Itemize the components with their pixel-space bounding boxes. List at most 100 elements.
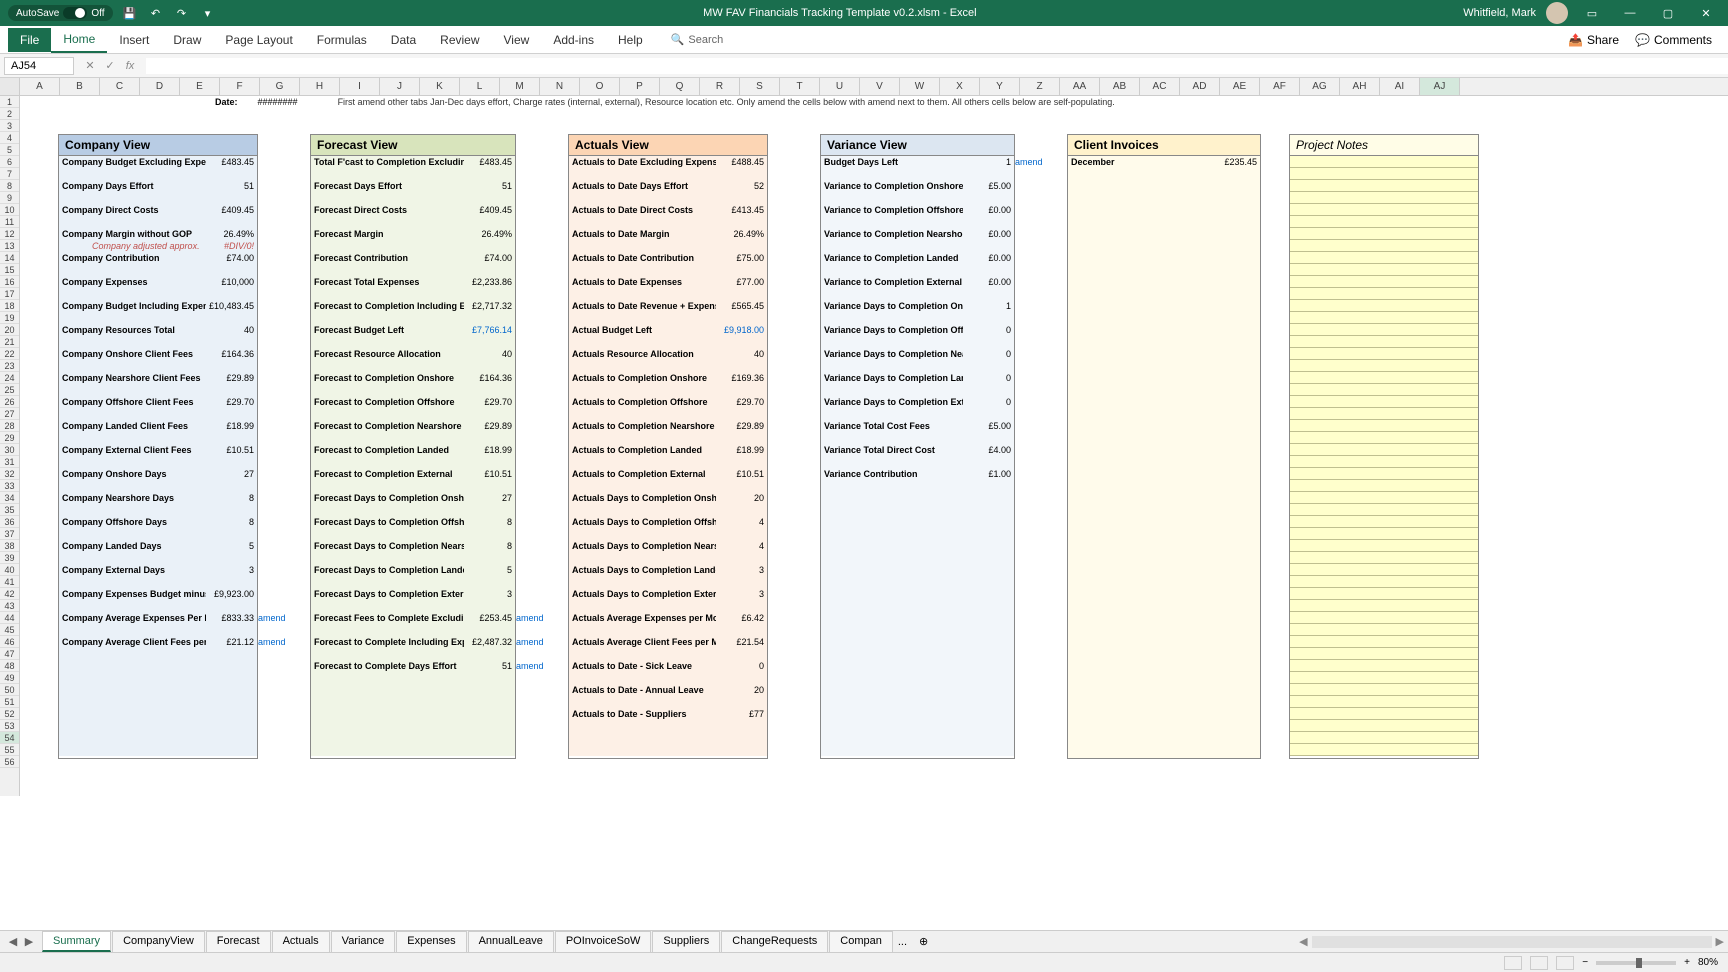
row-header-25[interactable]: 25	[0, 384, 19, 396]
note-line[interactable]	[1290, 156, 1478, 168]
table-row[interactable]	[569, 384, 767, 396]
table-row[interactable]	[311, 504, 515, 516]
col-header-H[interactable]: H	[300, 78, 340, 95]
search-box[interactable]: 🔍 Search	[671, 33, 724, 46]
redo-icon[interactable]: ↷	[173, 4, 191, 22]
note-line[interactable]	[1290, 504, 1478, 516]
table-row[interactable]: Variance to Completion Onshore£5.00	[821, 180, 1014, 192]
fx-icon[interactable]: fx	[122, 58, 138, 74]
table-row[interactable]: Company Average Expenses Per Month£833.3…	[59, 612, 257, 624]
sheet-nav-prev-icon[interactable]: ◀	[6, 935, 20, 948]
table-row[interactable]	[59, 456, 257, 468]
col-header-AF[interactable]: AF	[1260, 78, 1300, 95]
row-header-21[interactable]: 21	[0, 336, 19, 348]
table-row[interactable]: Actuals to Completion Nearshore£29.89	[569, 420, 767, 432]
col-header-F[interactable]: F	[220, 78, 260, 95]
table-row[interactable]	[311, 480, 515, 492]
table-row[interactable]	[569, 648, 767, 660]
table-row[interactable]: Variance to Completion Nearshore£0.00	[821, 228, 1014, 240]
minimize-button[interactable]: —	[1616, 3, 1644, 23]
share-button[interactable]: 📤 Share	[1560, 29, 1627, 51]
table-row[interactable]	[569, 168, 767, 180]
table-row[interactable]	[569, 672, 767, 684]
table-row[interactable]: Company Contribution£74.00	[59, 252, 257, 264]
table-row[interactable]: Actuals to Date - Annual Leave20	[569, 684, 767, 696]
row-header-7[interactable]: 7	[0, 168, 19, 180]
note-line[interactable]	[1290, 696, 1478, 708]
row-header-9[interactable]: 9	[0, 192, 19, 204]
row-header-29[interactable]: 29	[0, 432, 19, 444]
row-header-51[interactable]: 51	[0, 696, 19, 708]
col-header-AC[interactable]: AC	[1140, 78, 1180, 95]
row-header-31[interactable]: 31	[0, 456, 19, 468]
note-line[interactable]	[1290, 372, 1478, 384]
table-row[interactable]	[59, 624, 257, 636]
table-row[interactable]: Company Nearshore Days8	[59, 492, 257, 504]
row-header-16[interactable]: 16	[0, 276, 19, 288]
note-line[interactable]	[1290, 408, 1478, 420]
table-row[interactable]	[569, 312, 767, 324]
note-line[interactable]	[1290, 324, 1478, 336]
table-row[interactable]: Actuals Average Expenses per Month£6.42	[569, 612, 767, 624]
table-row[interactable]	[311, 528, 515, 540]
table-row[interactable]	[59, 600, 257, 612]
table-row[interactable]	[821, 408, 1014, 420]
grid-content[interactable]: Date: ######## First amend other tabs Ja…	[20, 96, 1728, 796]
table-row[interactable]	[311, 312, 515, 324]
table-row[interactable]: Forecast to Completion Offshore£29.70	[311, 396, 515, 408]
row-header-55[interactable]: 55	[0, 744, 19, 756]
table-row[interactable]: Actuals Days to Completion Nearshore4	[569, 540, 767, 552]
table-row[interactable]: Forecast Days to Completion Offshore8	[311, 516, 515, 528]
table-row[interactable]	[569, 216, 767, 228]
table-row[interactable]: Forecast to Complete Including Expenses£…	[311, 636, 515, 648]
table-row[interactable]	[821, 168, 1014, 180]
tab-review[interactable]: Review	[428, 28, 491, 52]
table-row[interactable]	[569, 456, 767, 468]
tab-addins[interactable]: Add-ins	[541, 28, 606, 52]
table-row[interactable]	[821, 456, 1014, 468]
autosave-toggle[interactable]: AutoSave Off	[8, 5, 113, 21]
sheet-tab-annualleave[interactable]: AnnualLeave	[468, 931, 554, 952]
note-line[interactable]	[1290, 672, 1478, 684]
note-line[interactable]	[1290, 420, 1478, 432]
note-line[interactable]	[1290, 444, 1478, 456]
table-row[interactable]: Variance Days to Completion External0	[821, 396, 1014, 408]
table-row[interactable]: Variance Days to Completion Offshore0	[821, 324, 1014, 336]
table-row[interactable]	[569, 480, 767, 492]
table-row[interactable]	[59, 408, 257, 420]
sheet-tab-variance[interactable]: Variance	[331, 931, 396, 952]
note-line[interactable]	[1290, 456, 1478, 468]
note-line[interactable]	[1290, 312, 1478, 324]
row-header-36[interactable]: 36	[0, 516, 19, 528]
table-row[interactable]: Actuals to Date Expenses£77.00	[569, 276, 767, 288]
row-header-48[interactable]: 48	[0, 660, 19, 672]
note-line[interactable]	[1290, 528, 1478, 540]
table-row[interactable]	[569, 408, 767, 420]
table-row[interactable]: Company Direct Costs£409.45	[59, 204, 257, 216]
row-header-34[interactable]: 34	[0, 492, 19, 504]
sheet-tab-changerequests[interactable]: ChangeRequests	[721, 931, 828, 952]
sheet-tab-actuals[interactable]: Actuals	[272, 931, 330, 952]
table-row[interactable]: Forecast Direct Costs£409.45	[311, 204, 515, 216]
table-row[interactable]: Company Average Client Fees per Month£21…	[59, 636, 257, 648]
row-header-53[interactable]: 53	[0, 720, 19, 732]
note-line[interactable]	[1290, 360, 1478, 372]
col-header-L[interactable]: L	[460, 78, 500, 95]
table-row[interactable]: Actuals to Completion Onshore£169.36	[569, 372, 767, 384]
sheet-tab-summary[interactable]: Summary	[42, 931, 111, 952]
sheet-tab-companyview[interactable]: CompanyView	[112, 931, 205, 952]
table-row[interactable]	[311, 384, 515, 396]
table-row[interactable]	[59, 528, 257, 540]
table-row[interactable]	[59, 360, 257, 372]
col-header-AJ[interactable]: AJ	[1420, 78, 1460, 95]
table-row[interactable]: Forecast to Completion Onshore£164.36	[311, 372, 515, 384]
col-header-AB[interactable]: AB	[1100, 78, 1140, 95]
table-row[interactable]	[311, 288, 515, 300]
table-row[interactable]	[569, 240, 767, 252]
table-row[interactable]	[569, 696, 767, 708]
table-row[interactable]	[59, 312, 257, 324]
table-row[interactable]	[821, 240, 1014, 252]
table-row[interactable]: Forecast Fees to Complete Excluding Exp£…	[311, 612, 515, 624]
table-row[interactable]	[311, 552, 515, 564]
row-header-35[interactable]: 35	[0, 504, 19, 516]
